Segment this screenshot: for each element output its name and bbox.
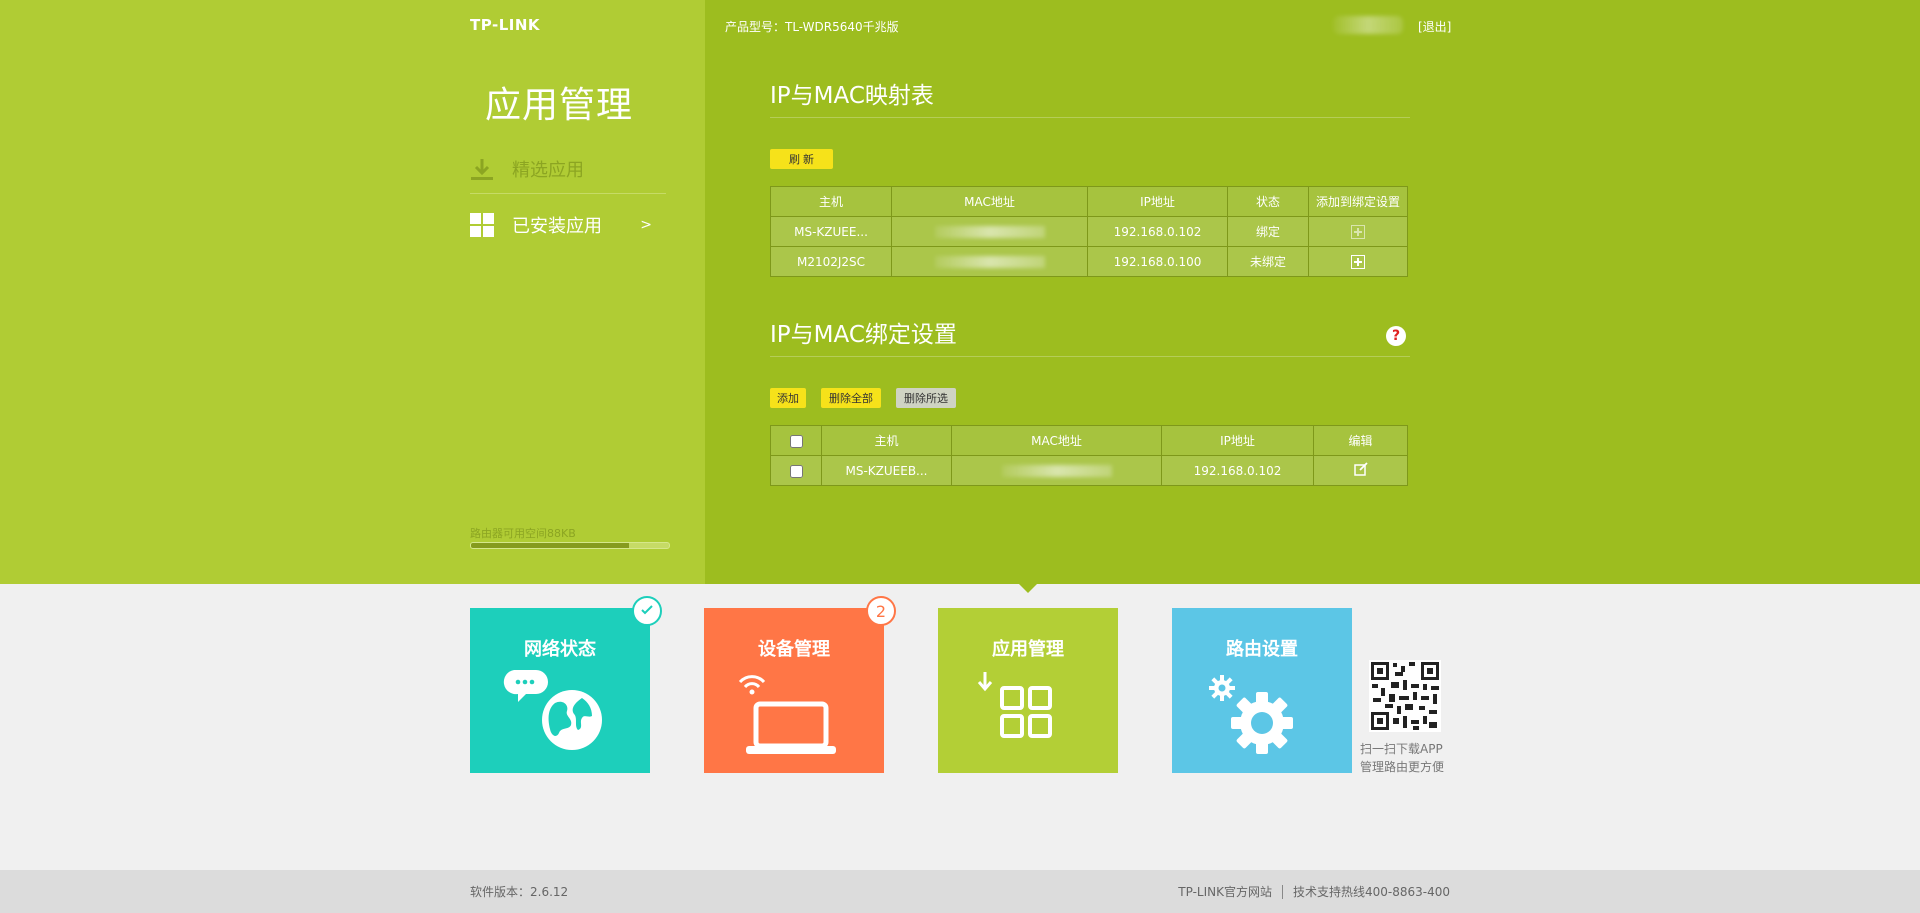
select-cell [770,455,822,486]
add-binding-cell [1308,216,1408,247]
section-divider [770,356,1410,357]
device-count-badge: 2 [866,596,896,626]
mac-cell [951,455,1162,486]
active-tab-pointer [1019,584,1037,593]
select-all-cell [770,425,822,456]
edit-icon[interactable] [1353,462,1368,479]
tile-label: 路由设置 [1226,639,1298,660]
qr-caption: 扫一扫下载APP 管理路由更方便 [1360,740,1444,776]
laptop-icon [738,675,836,754]
tp-link-logo: TP-LINK [470,16,541,34]
delete-all-button[interactable]: 删除全部 [821,388,881,408]
qr-caption-line: 管理路由更方便 [1360,760,1445,774]
section-divider [770,117,1410,118]
help-icon[interactable]: ? [1386,326,1406,346]
qr-code-icon [1369,660,1441,732]
ip-cell: 192.168.0.102 [1087,216,1228,247]
official-site-link[interactable]: TP-LINK官方网站 [1178,883,1272,900]
delete-selected-button[interactable]: 删除所选 [896,388,956,408]
sidebar-item-label: 已安装应用 [512,216,602,237]
sidebar-item-installed-apps[interactable]: 已安装应用 > [470,199,666,251]
host-cell: MS-KZUEEB... [821,455,952,486]
add-to-binding-icon[interactable] [1351,224,1365,239]
mac-cell [891,246,1088,277]
select-all-checkbox[interactable] [789,434,803,448]
host-cell: M2102J2SC [770,246,892,277]
mapping-table: 主机 MAC地址 IP地址 状态 添加到绑定设置 MS-KZUEE... 192… [770,186,1408,277]
footer-links: TP-LINK官方网站 技术支持热线400-8863-400 [1178,883,1450,900]
qr-caption-line: 扫一扫下载APP [1360,742,1443,756]
refresh-button[interactable]: 刷 新 [770,149,833,169]
ip-cell: 192.168.0.102 [1161,455,1314,486]
tile-router-settings[interactable]: 路由设置 [1172,608,1352,773]
product-model: 产品型号：TL-WDR5640千兆版 [725,20,899,34]
table-row: M2102J2SC 192.168.0.100 未绑定 [770,246,1408,277]
sidebar-item-featured-apps[interactable]: 精选应用 [470,143,666,195]
column-header: MAC地址 [951,425,1162,456]
tile-app-management[interactable]: 应用管理 [938,608,1118,773]
column-header: IP地址 [1161,425,1314,456]
chevron-right-icon: > [640,217,652,233]
sidebar-divider [470,193,666,194]
storage-label: 路由器可用空间88KB [470,527,576,540]
status-cell: 未绑定 [1227,246,1309,277]
username-redacted [1333,16,1403,34]
column-header: 添加到绑定设置 [1308,186,1408,217]
sidebar-item-label: 精选应用 [512,160,584,181]
row-checkbox[interactable] [789,464,803,478]
tile-network-status[interactable]: 网络状态 [470,596,662,773]
column-header: 编辑 [1313,425,1408,456]
logout-link[interactable]: [退出] [1418,18,1451,35]
tile-label: 应用管理 [992,639,1064,660]
tile-label: 设备管理 [758,639,830,660]
column-header: IP地址 [1087,186,1228,217]
mac-redacted [934,256,1045,268]
add-binding-cell [1308,246,1408,277]
status-cell: 绑定 [1227,216,1309,247]
add-button[interactable]: 添加 [770,388,806,408]
add-to-binding-icon[interactable] [1351,254,1365,269]
tile-label: 网络状态 [524,639,596,660]
table-header-row: 主机 MAC地址 IP地址 编辑 [770,425,1408,456]
mac-redacted [1001,465,1112,477]
software-version: 软件版本：2.6.12 [470,885,569,899]
table-header-row: 主机 MAC地址 IP地址 状态 添加到绑定设置 [770,186,1408,217]
globe-icon [503,670,602,750]
grid-icon [470,213,494,237]
column-header: 状态 [1227,186,1309,217]
tile-device-management[interactable]: 设备管理 2 [704,596,896,773]
table-row: MS-KZUEEB... 192.168.0.102 [770,455,1408,486]
mac-cell [891,216,1088,247]
support-hotline: 技术支持热线400-8863-400 [1292,885,1450,899]
edit-cell [1313,455,1408,486]
binding-section-title: IP与MAC绑定设置 [770,322,957,348]
mapping-section-title: IP与MAC映射表 [770,83,934,109]
host-cell: MS-KZUEE... [770,216,892,247]
table-row: MS-KZUEE... 192.168.0.102 绑定 [770,216,1408,247]
column-header: 主机 [770,186,892,217]
status-ok-badge [632,596,662,626]
storage-bar-fill [471,543,630,548]
gear-icon [1209,675,1293,754]
binding-table: 主机 MAC地址 IP地址 编辑 MS-KZUEEB... 192.168.0.… [770,425,1408,486]
check-icon [640,602,654,621]
ip-cell: 192.168.0.100 [1087,246,1228,277]
column-header: MAC地址 [891,186,1088,217]
sidebar-title: 应用管理 [485,85,634,126]
mac-redacted [934,226,1045,238]
storage-bar [470,542,670,549]
download-icon [470,157,494,181]
footer-separator [1281,884,1283,899]
footer: 软件版本：2.6.12 TP-LINK官方网站 技术支持热线400-8863-4… [0,870,1920,913]
apps-icon [977,672,1052,738]
column-header: 主机 [821,425,952,456]
